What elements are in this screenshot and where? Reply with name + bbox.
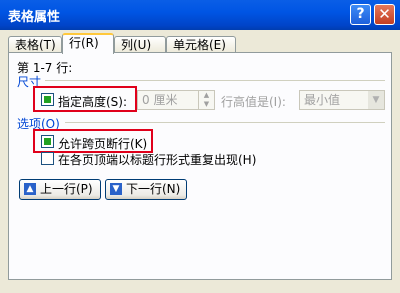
tab-table[interactable]: 表格(T) [8,36,62,53]
tab-row-label: 行(R) [69,36,99,50]
chevron-down-icon: ▼ [368,91,384,109]
prev-row-label: 上一行(P) [40,182,93,196]
next-row-label: 下一行(N) [126,182,181,196]
tab-row[interactable]: 行(R) [62,33,114,54]
help-icon: ? [356,6,365,22]
spin-arrows-icon[interactable]: ▲ ▼ [198,91,214,109]
height-value: 0 厘米 [142,93,178,107]
tab-column[interactable]: 列(U) [114,36,166,53]
arrow-up-icon: ▲ [24,183,36,195]
help-button[interactable]: ? [350,4,371,25]
tab-table-label: 表格(T) [15,38,56,52]
window-title: 表格属性 [8,10,61,25]
allow-break-checkbox[interactable] [41,135,54,148]
repeat-header-checkbox[interactable] [41,152,54,165]
title-bar: 表格属性 ? ✕ [0,0,400,30]
allow-break-label: 允许跨页断行(K) [58,137,148,151]
repeat-header-label: 在各页顶端以标题行形式重复出现(H) [58,153,257,167]
row-height-label: 行高值是(I): [221,95,286,109]
row-height-option: 最小值 [304,93,341,107]
prev-row-button[interactable]: ▲ 上一行(P) [19,179,101,200]
height-spinbox[interactable]: 0 厘米 ▲ ▼ [137,90,215,110]
close-button[interactable]: ✕ [374,4,395,25]
arrow-down-icon: ▼ [110,183,122,195]
tab-cell[interactable]: 单元格(E) [166,36,236,53]
options-separator [65,122,385,123]
tab-column-label: 列(U) [121,38,152,52]
size-separator [45,80,385,81]
specify-height-checkbox[interactable] [41,93,54,106]
close-icon: ✕ [378,5,391,23]
tab-cell-label: 单元格(E) [173,38,226,52]
tab-panel: 第 1-7 行: 尺寸 指定高度(S): 0 厘米 ▲ ▼ 行高值是(I): 最小… [8,52,392,280]
next-row-button[interactable]: ▼ 下一行(N) [105,179,187,200]
specify-height-label: 指定高度(S): [58,95,128,109]
row-height-dropdown[interactable]: 最小值 ▼ [299,90,385,110]
